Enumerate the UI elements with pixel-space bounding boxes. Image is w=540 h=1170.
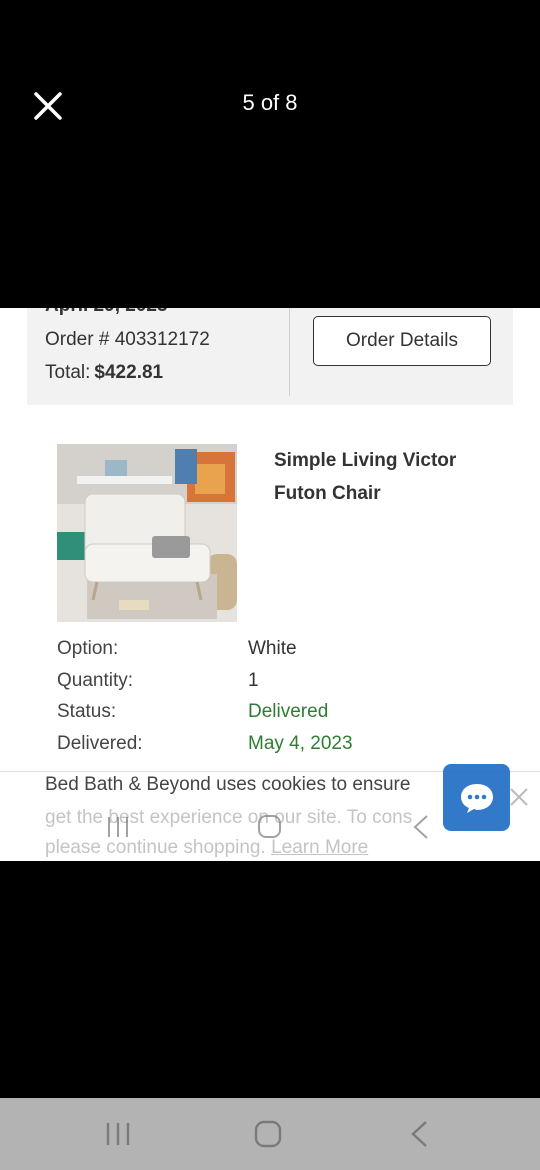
cookie-text-line1: Bed Bath & Beyond uses cookies to ensure	[45, 774, 411, 795]
status-label: Status:	[57, 701, 117, 722]
quantity-label: Quantity:	[57, 670, 134, 691]
delivered-date: May 4, 2023	[248, 733, 353, 754]
option-value: White	[248, 638, 297, 659]
recents-icon[interactable]	[102, 1118, 134, 1150]
home-icon[interactable]	[252, 1118, 284, 1150]
inner-nav-bar	[0, 808, 540, 858]
quantity-value: 1	[248, 670, 259, 691]
status-value: Delivered	[248, 701, 329, 722]
back-icon[interactable]	[404, 1118, 436, 1150]
order-total-value: $422.81	[94, 362, 164, 383]
option-label: Option:	[57, 638, 119, 659]
order-total-label: Total:	[45, 362, 91, 383]
order-details-button[interactable]: Order Details	[313, 316, 491, 366]
order-date: April 29, 2023	[45, 308, 168, 317]
cookie-close-icon[interactable]	[507, 785, 531, 809]
delivered-label: Delivered:	[57, 733, 143, 754]
product-image[interactable]	[57, 444, 237, 622]
image-counter: 5 of 8	[242, 90, 298, 115]
order-number: Order # 403312172	[45, 329, 210, 350]
order-screenshot: April 29, 2023 Order # 403312172 Total:$…	[0, 308, 540, 861]
divider	[289, 308, 290, 396]
image-viewer-header: 5 of 8	[0, 0, 540, 308]
order-summary-panel: April 29, 2023 Order # 403312172 Total:$…	[27, 308, 513, 405]
product-name[interactable]: Simple Living Victor Futon Chair	[274, 444, 504, 510]
system-nav-bar	[0, 1098, 540, 1170]
order-total: Total: $422.81	[45, 362, 163, 384]
